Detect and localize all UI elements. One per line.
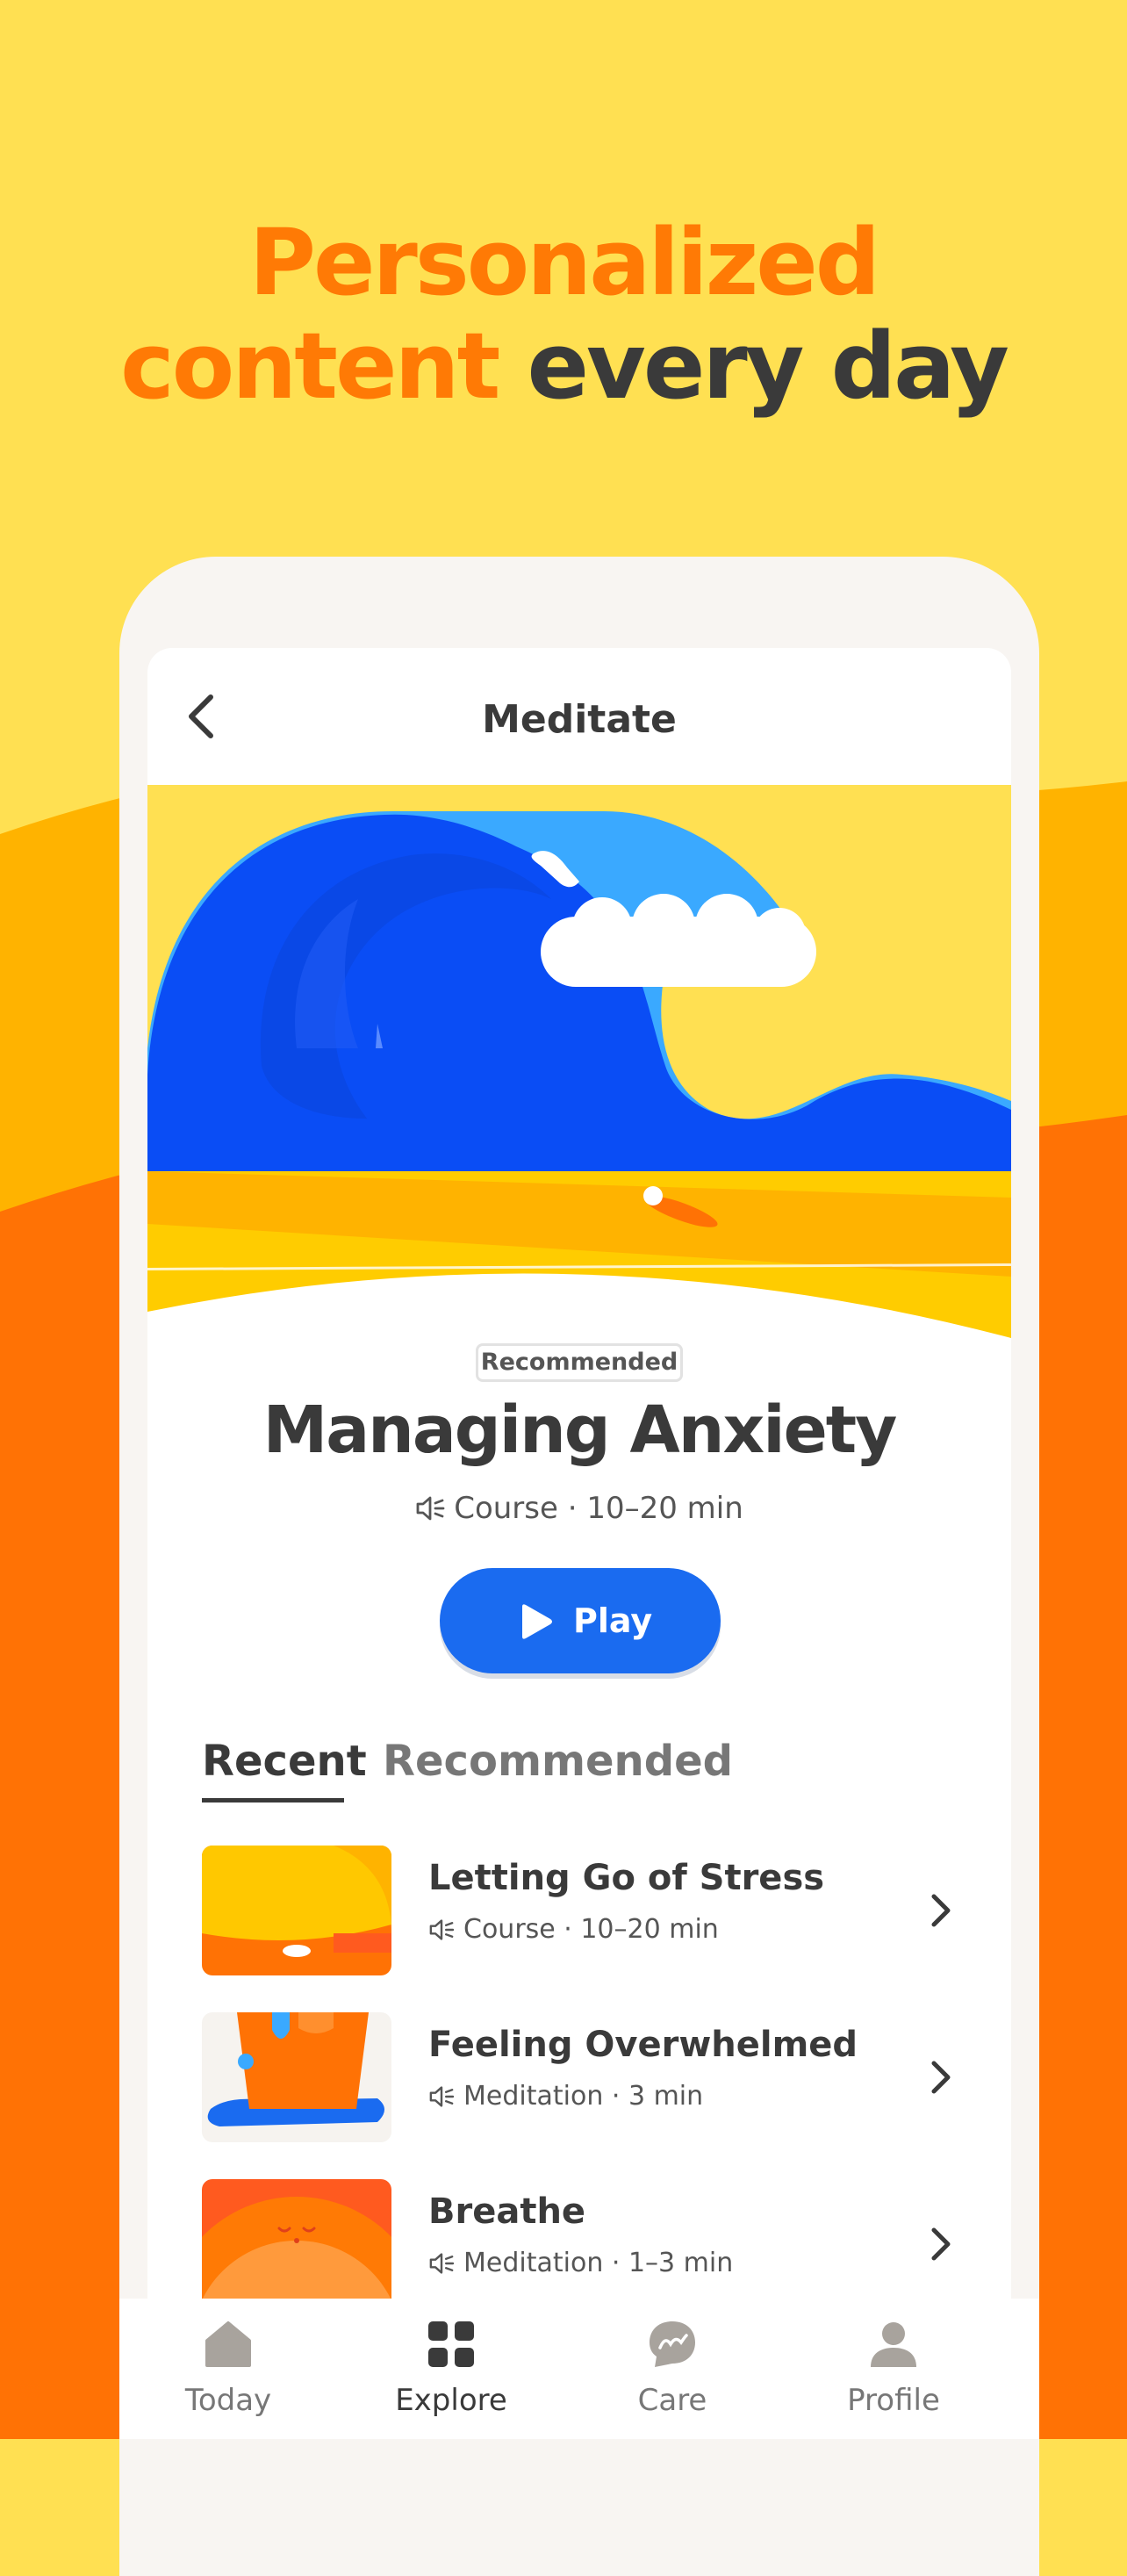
- nav-label: Today: [184, 2383, 272, 2418]
- item-meta-text: Meditation · 3 min: [463, 2081, 704, 2112]
- audio-icon: [429, 2086, 455, 2107]
- nav-explore[interactable]: Explore: [355, 2299, 548, 2439]
- play-icon: [522, 1604, 552, 1639]
- headline-highlight: content: [120, 313, 500, 420]
- nav-label: Profile: [847, 2383, 940, 2418]
- home-icon: [205, 2321, 251, 2367]
- item-title: Letting Go of Stress: [428, 1858, 825, 1898]
- page-title: Meditate: [482, 697, 677, 742]
- chevron-right-icon: [931, 1894, 951, 1927]
- nav-label: Explore: [395, 2383, 507, 2418]
- nav-label: Care: [637, 2383, 707, 2418]
- tab-recommended[interactable]: Recommended: [383, 1737, 733, 1786]
- chevron-right-icon: [931, 2227, 951, 2261]
- item-meta: Meditation · 1–3 min: [428, 2248, 733, 2278]
- chevron-right-icon: [931, 2061, 951, 2094]
- audio-icon: [429, 2253, 455, 2274]
- breathe-thumbnail: [202, 2179, 391, 2309]
- list-item[interactable]: Breathe Meditation · 1–3 min: [202, 2179, 974, 2311]
- promo-headline: Personalized content every day: [0, 211, 1127, 418]
- item-meta: Course · 10–20 min: [428, 1914, 719, 1945]
- recommended-badge: Recommended: [476, 1343, 683, 1382]
- item-meta: Meditation · 3 min: [428, 2081, 703, 2112]
- item-meta-text: Meditation · 1–3 min: [463, 2248, 734, 2278]
- headline-line-2: content every day: [0, 314, 1127, 418]
- audio-icon: [416, 1496, 445, 1521]
- course-title: Managing Anxiety: [262, 1392, 898, 1468]
- list-item[interactable]: Feeling Overwhelmed Meditation · 3 min: [202, 2012, 974, 2144]
- bottom-nav: Today Explore Care Profile: [119, 2299, 1039, 2439]
- wave-illustration: [147, 785, 1011, 1338]
- course-meta: Course · 10–20 min: [147, 1491, 1011, 1526]
- app-screen: Meditate Recommended Managing Anxiety Co…: [147, 648, 1011, 2439]
- grid-icon: [428, 2321, 474, 2367]
- nav-care[interactable]: Care: [576, 2299, 769, 2439]
- letting-go-thumbnail: [202, 1846, 391, 1975]
- top-bar: Meditate: [147, 648, 1011, 785]
- active-tab-underline: [202, 1798, 344, 1802]
- chat-bubble-icon: [650, 2321, 695, 2367]
- audio-icon: [429, 1919, 455, 1940]
- play-button[interactable]: Play: [440, 1568, 721, 1673]
- item-meta-text: Course · 10–20 min: [463, 1914, 719, 1945]
- back-arrow-icon[interactable]: [177, 690, 230, 743]
- course-meta-text: Course · 10–20 min: [454, 1491, 743, 1526]
- person-icon: [871, 2322, 916, 2367]
- item-title: Feeling Overwhelmed: [428, 2025, 858, 2065]
- item-title: Breathe: [428, 2191, 586, 2232]
- tab-recent[interactable]: Recent: [202, 1737, 367, 1786]
- list-item[interactable]: Letting Go of Stress Course · 10–20 min: [202, 1846, 974, 1977]
- headline-line-1: Personalized: [248, 209, 880, 316]
- play-label: Play: [573, 1601, 653, 1640]
- headline-rest: every day: [498, 313, 1009, 420]
- nav-today[interactable]: Today: [132, 2299, 325, 2439]
- feeling-overwhelmed-thumbnail: [202, 2012, 391, 2142]
- nav-profile[interactable]: Profile: [797, 2299, 990, 2439]
